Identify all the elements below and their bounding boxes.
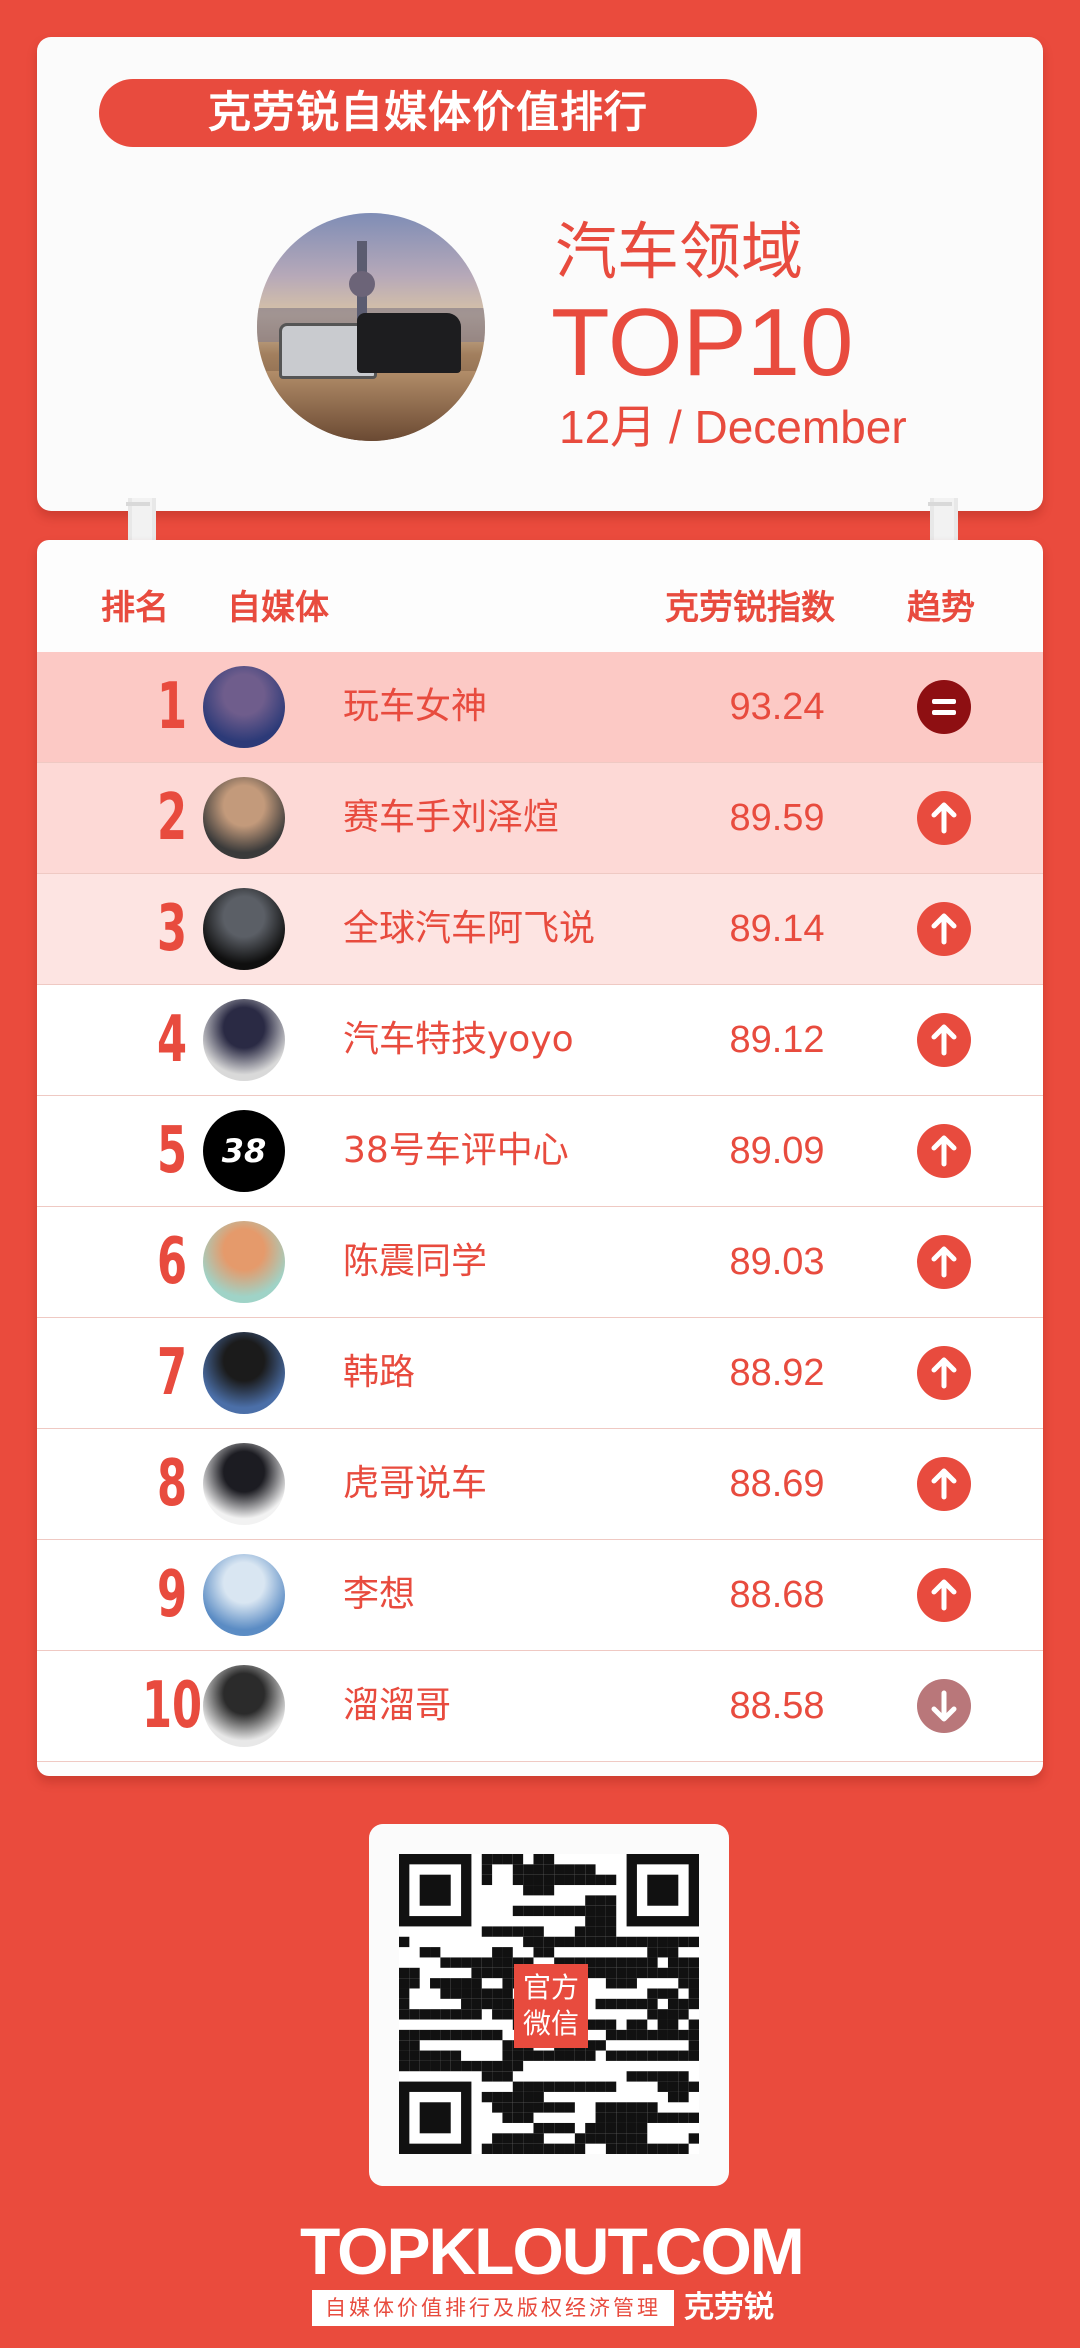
top10-title: TOP10 [551, 289, 854, 396]
media-name[interactable]: 赛车手刘泽煊 [343, 763, 559, 873]
table-row[interactable]: 2 赛车手刘泽煊 89.59 [37, 763, 1043, 874]
avatar[interactable] [203, 1332, 285, 1414]
media-name[interactable]: 李想 [343, 1540, 415, 1650]
media-name[interactable]: 38号车评中心 [343, 1096, 569, 1206]
category-title: 汽车领域 [555, 215, 804, 288]
table-header: 排名 自媒体 克劳锐指数 趋势 [37, 540, 1043, 652]
avatar-logo-text: 38 [221, 1132, 267, 1170]
hero-black-suv [357, 313, 461, 373]
qr-card: 官方微信 [369, 1824, 729, 2186]
col-media: 自媒体 [227, 588, 329, 628]
brand-logo: TOPKLOUT.COM [300, 2214, 805, 2288]
hero-ground [257, 371, 485, 441]
arrow-down-icon [917, 1679, 971, 1733]
brand-tagline: 自媒体价值排行及版权经济管理 [312, 2290, 674, 2326]
arrow-up-icon [917, 1235, 971, 1289]
table-row[interactable]: 5 38 38号车评中心 89.09 [37, 1096, 1043, 1207]
media-name[interactable]: 溜溜哥 [343, 1651, 451, 1761]
media-name[interactable]: 韩路 [343, 1318, 415, 1428]
klout-index: 89.09 [729, 1130, 825, 1172]
avatar[interactable] [203, 1554, 285, 1636]
table-row[interactable]: 10 溜溜哥 88.58 [37, 1651, 1043, 1762]
klout-index: 88.69 [729, 1463, 825, 1505]
avatar[interactable] [203, 1665, 285, 1747]
arrow-up-icon [917, 791, 971, 845]
brand-cn: 克劳锐 [684, 2290, 774, 2325]
equal-icon [917, 680, 971, 734]
avatar[interactable]: 38 [203, 1110, 285, 1192]
klout-index: 88.92 [729, 1352, 825, 1394]
avatar[interactable] [203, 999, 285, 1081]
media-name[interactable]: 全球汽车阿飞说 [343, 874, 595, 984]
avatar[interactable] [203, 666, 285, 748]
table-row[interactable]: 8 虎哥说车 88.69 [37, 1429, 1043, 1540]
klout-index: 89.14 [729, 908, 825, 950]
klout-index: 89.03 [729, 1241, 825, 1283]
avatar[interactable] [203, 1443, 285, 1525]
klout-index: 93.24 [729, 686, 825, 728]
avatar[interactable] [203, 888, 285, 970]
klout-index: 88.68 [729, 1574, 825, 1616]
table-row[interactable]: 3 全球汽车阿飞说 89.14 [37, 874, 1043, 985]
media-name[interactable]: 玩车女神 [343, 652, 487, 762]
month-label: 12月 / December [559, 401, 907, 453]
arrow-up-icon [917, 902, 971, 956]
arrow-up-icon [917, 1346, 971, 1400]
col-trend: 趋势 [907, 588, 975, 628]
header-card: 克劳锐自媒体价值排行 汽车领域 TOP10 12月 / December [37, 37, 1043, 511]
arrow-up-icon [917, 1124, 971, 1178]
avatar[interactable] [203, 1221, 285, 1303]
media-name[interactable]: 陈震同学 [343, 1207, 487, 1317]
ranking-banner: 克劳锐自媒体价值排行 [99, 79, 757, 147]
klout-index: 89.12 [729, 1019, 825, 1061]
qr-badge: 官方微信 [514, 1964, 588, 2048]
arrow-up-icon [917, 1457, 971, 1511]
klout-index: 89.59 [729, 797, 825, 839]
ranking-table: 排名 自媒体 克劳锐指数 趋势 1 玩车女神 93.24 2 赛车手刘泽煊 89.59 3 全… [37, 540, 1043, 1776]
arrow-up-icon [917, 1013, 971, 1067]
arrow-up-icon [917, 1568, 971, 1622]
klout-index: 88.58 [729, 1685, 825, 1727]
hero-car-image [257, 213, 485, 441]
media-name[interactable]: 汽车特技yoyo [343, 985, 574, 1095]
brand-tagline-group: 自媒体价值排行及版权经济管理 克劳锐 [312, 2290, 780, 2330]
col-rank: 排名 [101, 588, 169, 628]
col-index: 克劳锐指数 [665, 588, 835, 628]
table-row[interactable]: 9 李想 88.68 [37, 1540, 1043, 1651]
media-name[interactable]: 虎哥说车 [343, 1429, 487, 1539]
table-row[interactable]: 4 汽车特技yoyo 89.12 [37, 985, 1043, 1096]
table-row[interactable]: 7 韩路 88.92 [37, 1318, 1043, 1429]
table-row[interactable]: 1 玩车女神 93.24 [37, 652, 1043, 763]
table-row[interactable]: 6 陈震同学 89.03 [37, 1207, 1043, 1318]
avatar[interactable] [203, 777, 285, 859]
